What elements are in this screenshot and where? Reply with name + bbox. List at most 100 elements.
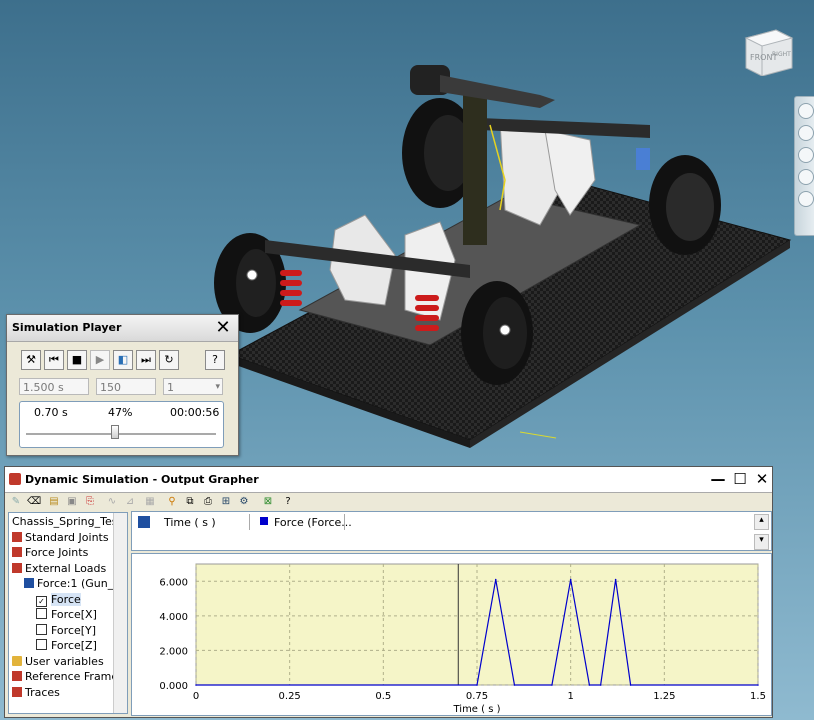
column-force[interactable]: Force (Force... (274, 516, 352, 529)
variable-tree[interactable]: Chassis_Spring_Test Standard Joints Force … (8, 512, 128, 714)
tree-item-label: Force:1 (Gun_T (37, 577, 120, 590)
simulation-player-dialog: Simulation Player ✕ ⚒ ⏮ ■ ▶ ◧ ⏭ ↻ ? 1.50… (6, 314, 239, 456)
checkbox[interactable] (36, 639, 47, 650)
x-tick-label: 0.75 (466, 691, 488, 702)
export-icon[interactable]: ⎘ (83, 495, 97, 509)
tree-item[interactable]: Traces (12, 685, 60, 700)
folder-icon (12, 655, 22, 666)
force-data-point (757, 684, 759, 686)
stop-button[interactable]: ■ (67, 350, 87, 370)
force-data-point (195, 684, 197, 686)
tree-item[interactable]: Force Joints (12, 545, 88, 560)
column-time[interactable]: Time ( s ) (164, 516, 216, 529)
settings-icon[interactable]: ⚙ (237, 495, 251, 509)
time-slider-track[interactable] (26, 433, 216, 436)
minimize-icon[interactable]: — (709, 470, 727, 488)
tree-item-label: Force (51, 592, 81, 606)
x-tick-label: 0.25 (279, 691, 301, 702)
force-data-point (614, 578, 617, 581)
maximize-icon[interactable]: ☐ (731, 470, 749, 488)
y-tick-label: 6.000 (159, 577, 188, 588)
tree-item-label: Reference Frames (25, 670, 124, 683)
help-button[interactable]: ? (205, 350, 225, 370)
frame-icon (12, 671, 22, 681)
output-grapher-titlebar[interactable]: Dynamic Simulation - Output Grapher — ☐ … (5, 467, 772, 493)
checkbox[interactable] (36, 623, 47, 635)
checkbox[interactable]: ✓ (36, 595, 47, 607)
chevron-down-icon: ▾ (215, 382, 220, 392)
tree-item[interactable]: Force[Z] (36, 638, 97, 653)
loop-button[interactable]: ↻ (159, 350, 179, 370)
tree-item[interactable]: External Loads (12, 561, 106, 576)
force-data-point (494, 578, 497, 581)
table-icon (138, 516, 150, 528)
joint-icon (12, 531, 22, 542)
current-time: 0.70 s (34, 406, 68, 419)
elapsed-time: 00:00:56 (170, 406, 220, 419)
tree-item[interactable]: Force:1 (Gun_T (24, 576, 120, 591)
save-icon[interactable]: ▣ (65, 495, 79, 509)
force-data-point (599, 684, 602, 686)
tree-item-label: Chassis_Spring_Test (12, 515, 122, 528)
tree-item[interactable]: Force[Y] (36, 623, 96, 638)
curve-icon[interactable]: ∿ (105, 495, 119, 509)
close-icon[interactable]: ✕ (753, 470, 771, 488)
look-at-icon[interactable] (798, 191, 814, 207)
axis-icon[interactable]: ⊿ (123, 495, 137, 509)
percent-complete: 47% (108, 406, 133, 419)
app-icon (9, 473, 21, 485)
tree-item-label: User variables (25, 654, 104, 668)
x-tick-label: 1.5 (750, 691, 766, 702)
force-chart: 0 0.25 0.5 0.75 1 1.25 1.5 0.000 2.000 4.000 6.000… (159, 563, 766, 715)
x-tick-label: 1.25 (653, 691, 675, 702)
simulation-player-titlebar[interactable]: Simulation Player ✕ (7, 315, 238, 342)
zoom-icon[interactable] (798, 147, 814, 163)
force-data-point (551, 684, 553, 686)
construction-mode-button[interactable]: ⚒ (21, 350, 41, 370)
orbit-icon[interactable] (798, 169, 814, 185)
simulation-progress-panel: 0.70 s 47% 00:00:56 (19, 401, 224, 448)
record-button[interactable]: ◧ (113, 350, 133, 370)
open-folder-icon[interactable]: ▤ (47, 495, 61, 509)
chevron-down-icon[interactable]: ▾ (754, 534, 769, 550)
force-data-point (476, 684, 478, 686)
filter-select[interactable]: 1 ▾ (163, 378, 223, 395)
images-field[interactable]: 150 (96, 378, 156, 395)
filter-icon[interactable]: ⚲ (165, 495, 179, 509)
eraser-icon[interactable]: ⌫ (27, 495, 41, 509)
viewcube[interactable]: FRONT RIGHT (742, 24, 794, 77)
pan-icon[interactable] (798, 125, 814, 141)
navigation-bar[interactable] (794, 96, 814, 236)
time-slider-thumb[interactable] (111, 425, 120, 439)
tree-item[interactable]: Reference Frames (12, 669, 124, 684)
tree-item[interactable]: ✓ Force (36, 592, 81, 607)
tree-item[interactable]: User variables (12, 654, 104, 669)
tree-item[interactable]: Standard Joints (12, 530, 109, 545)
output-grapher-window: Dynamic Simulation - Output Grapher — ☐ … (4, 466, 773, 718)
help-icon[interactable]: ? (281, 495, 295, 509)
close-icon[interactable]: ✕ (214, 319, 232, 337)
force-plot[interactable]: 0 0.25 0.5 0.75 1 1.25 1.5 0.000 2.000 4.000 6.000… (131, 553, 772, 716)
trace-icon (12, 686, 22, 697)
play-button[interactable]: ▶ (90, 350, 110, 370)
print-icon[interactable]: ⎙ (201, 495, 215, 509)
filter-value: 1 (167, 381, 174, 394)
tree-item[interactable]: Force[X] (36, 607, 97, 622)
end-time-field[interactable]: 1.500 s (19, 378, 89, 395)
chevron-down-icon[interactable]: ▴ (754, 514, 769, 530)
end-button[interactable]: ⏭ (136, 350, 156, 370)
force-data-point (569, 578, 572, 581)
rewind-button[interactable]: ⏮ (44, 350, 64, 370)
tree-scrollbar[interactable] (113, 513, 127, 713)
checkbox[interactable] (36, 608, 47, 619)
fft-icon[interactable]: ▦ (143, 495, 157, 509)
new-icon[interactable]: ✎ (9, 495, 23, 509)
zoom-fit-icon[interactable]: ⊞ (219, 495, 233, 509)
steering-wheel-icon[interactable] (798, 103, 814, 119)
copy-icon[interactable]: ⧉ (183, 495, 197, 509)
x-tick-label: 1 (567, 691, 573, 702)
excel-icon[interactable]: ⊠ (261, 495, 275, 509)
tree-item[interactable]: Chassis_Spring_Test (12, 514, 122, 529)
value-table: Time ( s ) Force (Force... ▴ ▾ (131, 511, 772, 551)
x-tick-label: 0.5 (375, 691, 391, 702)
